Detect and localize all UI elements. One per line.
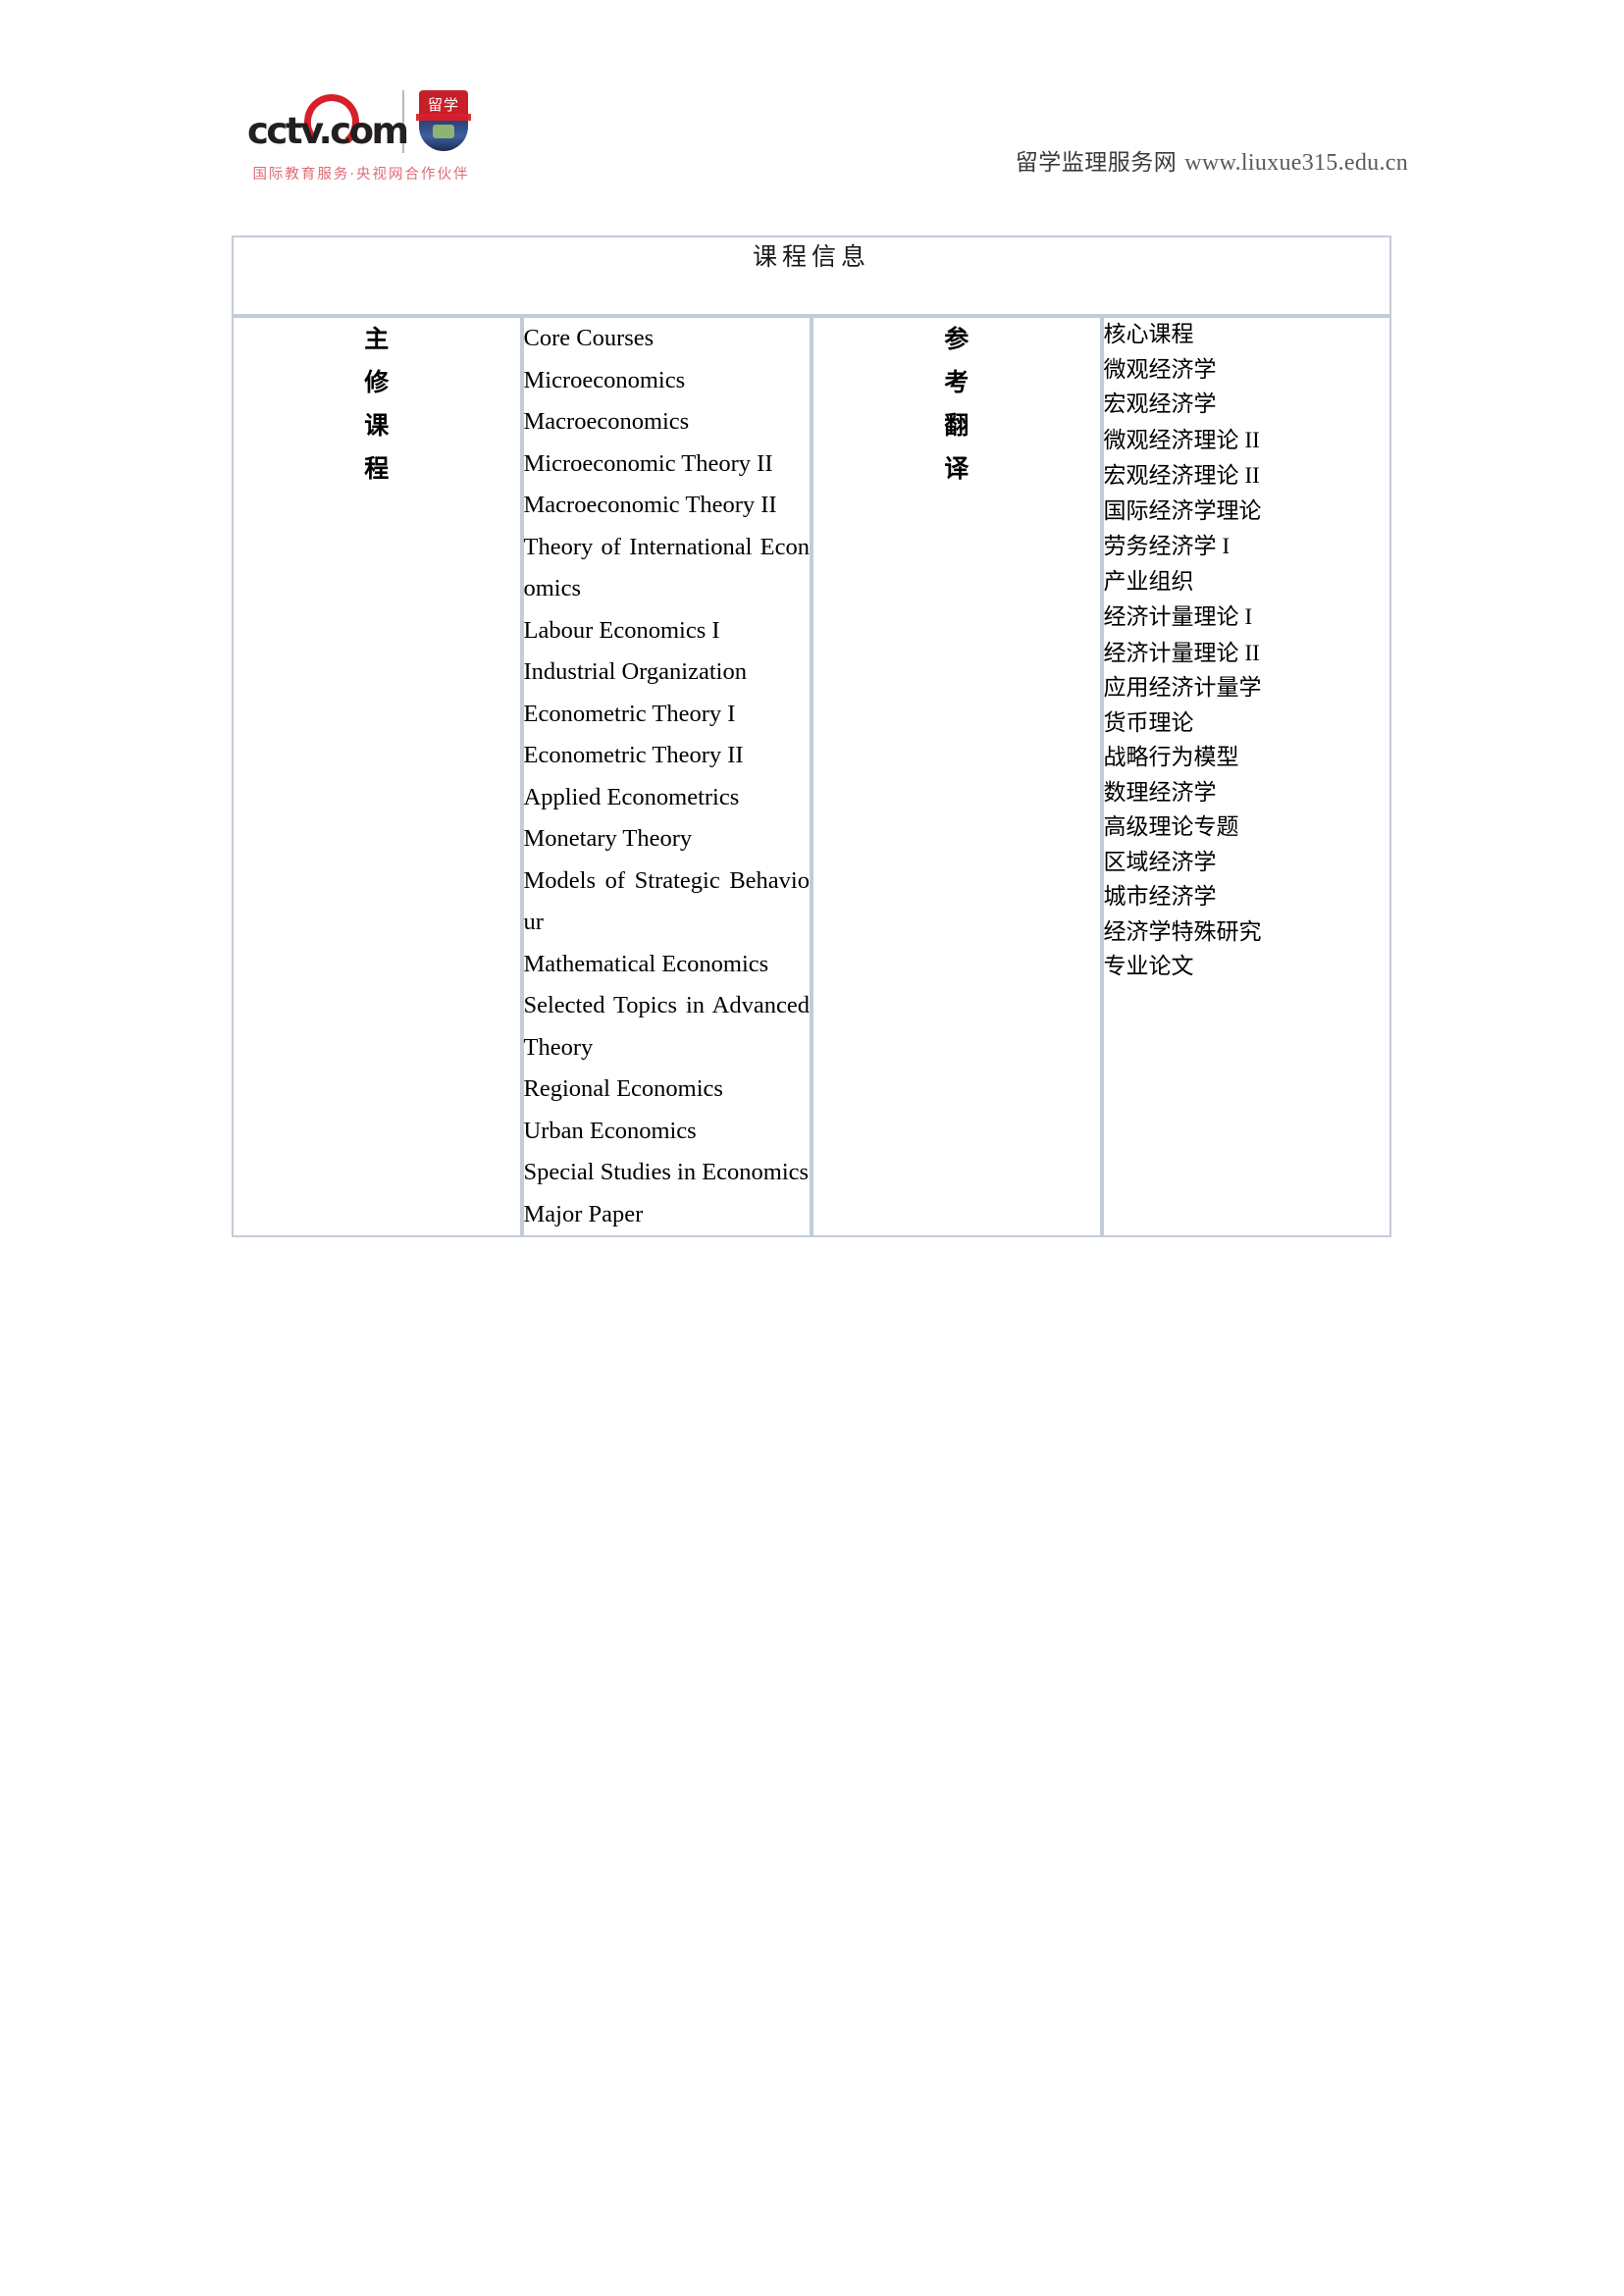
chinese-course-name: 核心课程 [1103,322,1194,347]
chinese-course-name: 产业组织 [1103,568,1194,595]
chinese-course-line: 经济计量理论 II [1104,636,1390,672]
english-course-line: Special Studies in Economics [523,1159,810,1185]
row-label-major-courses: 主修课程 [232,316,522,1237]
chinese-course-name: 区域经济学 [1103,849,1217,875]
chinese-course-name: 经济计量理论 [1103,640,1239,666]
chinese-course-line: 微观经济学 [1104,353,1390,389]
site-identity: 留学监理服务网 www.liuxue315.edu.cn [1016,143,1408,177]
chinese-course-line: 数理经济学 [1104,776,1390,811]
logo-tagline: 国际教育服务·央视网合作伙伴 [252,167,470,183]
course-roman-numeral: I [1222,534,1231,558]
chinese-course-list: 核心课程 微观经济学 宏观经济学 微观经济理论 II 宏观经济理论 II 国际经济学理论 劳务经… [1104,318,1390,985]
badge-shield-shape [419,118,468,151]
chinese-course-name: 国际经济学理论 [1103,497,1262,524]
english-course-line: Core Courses [523,325,655,351]
course-roman-numeral: II [1244,427,1260,452]
badge-red-band [416,114,471,121]
document-page: cctv.com 留学 国际教育服务·央视网合作伙伴 留学监理服务网 www.li… [0,0,1624,2296]
chinese-course-line: 宏观经济学 [1104,388,1390,423]
site-url: www.liuxue315.edu.cn [1184,150,1408,176]
vertical-label-char: 程 [364,454,390,483]
table-title-row: 课程信息 [232,235,1391,316]
course-roman-numeral: I [1244,604,1253,629]
chinese-course-line: 经济学特殊研究 [1104,915,1390,951]
row-label-reference-translation-text: 参考翻译 [813,318,1100,491]
vertical-label-char: 主 [364,325,390,353]
english-course-line: Selected Topics in Advanced Theory [523,992,811,1061]
english-course-line: Microeconomics [523,366,686,393]
english-course-line: Models of Strategic Behaviour [523,866,811,936]
chinese-course-line: 高级理论专题 [1104,810,1390,846]
chinese-course-line: 区域经济学 [1104,846,1390,881]
english-course-line: Major Paper [523,1200,644,1227]
chinese-course-line: 城市经济学 [1104,880,1390,915]
english-course-line: Macroeconomic Theory II [523,492,777,518]
english-course-line: Industrial Organization [523,658,747,685]
chinese-course-name: 微观经济学 [1103,356,1217,383]
vertical-label-char: 参 [944,325,969,353]
english-course-line: Macroeconomics [523,408,690,435]
english-course-line: Theory of International Economics [523,533,811,602]
english-course-list-cell: Core Courses Microeconomics Macroeconomics… [521,316,812,1237]
course-info-table-wrap: 课程信息 主修课程 Core Courses Microeconomics Macr… [232,235,1391,1237]
chinese-course-name: 战略行为模型 [1103,745,1239,770]
chinese-course-line: 经济计量理论 I [1104,600,1390,636]
chinese-course-name: 劳务经济学 [1103,534,1217,559]
chinese-course-name: 宏观经济学 [1103,391,1217,417]
table-row: 主修课程 Core Courses Microeconomics Macroecon… [232,316,1391,1237]
vertical-label-char: 课 [364,411,390,440]
chinese-course-line: 专业论文 [1104,950,1390,985]
site-name: 留学监理服务网 [1015,150,1178,176]
chinese-course-line: 微观经济理论 II [1104,423,1390,459]
vertical-label-char: 考 [944,368,969,396]
english-course-line: Mathematical Economics [523,950,769,977]
chinese-course-line: 应用经济计量学 [1104,671,1390,706]
english-course-line: Applied Econometrics [523,783,740,810]
course-info-table: 课程信息 主修课程 Core Courses Microeconomics Macr… [232,235,1391,1237]
chinese-course-line: 货币理论 [1104,706,1390,742]
cctv-logo: cctv.com 留学 国际教育服务·央视网合作伙伴 [247,86,475,194]
chinese-course-line: 产业组织 [1104,565,1390,600]
chinese-course-name: 专业论文 [1103,954,1194,979]
english-course-line: Labour Economics I [523,616,720,644]
row-label-major-courses-text: 主修课程 [234,318,520,491]
vertical-label-char: 修 [364,368,390,396]
english-course-line: Urban Economics [523,1117,697,1144]
english-course-list: Core Courses Microeconomics Macroeconomics… [524,318,811,1235]
page-header: cctv.com 留学 国际教育服务·央视网合作伙伴 留学监理服务网 www.li… [0,86,1624,214]
table-title-text: 课程信息 [752,242,870,271]
chinese-course-name: 货币理论 [1103,709,1194,736]
chinese-course-line: 国际经济学理论 [1104,495,1390,530]
course-roman-numeral: II [1244,463,1260,488]
vertical-label-char: 翻 [944,411,969,440]
chinese-course-name: 高级理论专题 [1103,814,1239,840]
logo-main-row: cctv.com 留学 [247,86,475,159]
english-course-line: Microeconomic Theory II [523,449,773,477]
chinese-course-name: 经济学特殊研究 [1103,918,1262,945]
chinese-course-name: 城市经济学 [1103,884,1217,910]
english-course-line: Econometric Theory I [523,700,736,727]
chinese-course-line: 核心课程 [1104,318,1390,353]
cctv-wordmark-text: cctv.com [247,110,409,152]
vertical-label-char: 译 [944,454,969,483]
cctv-wordmark-wrap: cctv.com [247,91,409,155]
course-roman-numeral: II [1244,640,1260,665]
english-course-line: Monetary Theory [523,825,693,852]
chinese-course-name: 宏观经济理论 [1103,463,1239,489]
chinese-course-name: 微观经济理论 [1103,427,1239,453]
liuxue-badge-icon: 留学 [416,90,471,151]
chinese-course-line: 战略行为模型 [1104,741,1390,776]
chinese-course-line: 宏观经济理论 II [1104,458,1390,495]
chinese-course-name: 经济计量理论 [1103,604,1239,630]
table-title-cell: 课程信息 [232,235,1391,316]
row-label-reference-translation: 参考翻译 [812,316,1102,1237]
chinese-course-name: 数理经济学 [1103,779,1217,806]
chinese-course-line: 劳务经济学 I [1104,529,1390,565]
english-course-line: Econometric Theory II [523,742,744,768]
chinese-course-list-cell: 核心课程 微观经济学 宏观经济学 微观经济理论 II 宏观经济理论 II 国际经济学理论 劳务经… [1101,316,1391,1237]
english-course-line: Regional Economics [523,1075,723,1102]
chinese-course-name: 应用经济计量学 [1103,675,1262,701]
